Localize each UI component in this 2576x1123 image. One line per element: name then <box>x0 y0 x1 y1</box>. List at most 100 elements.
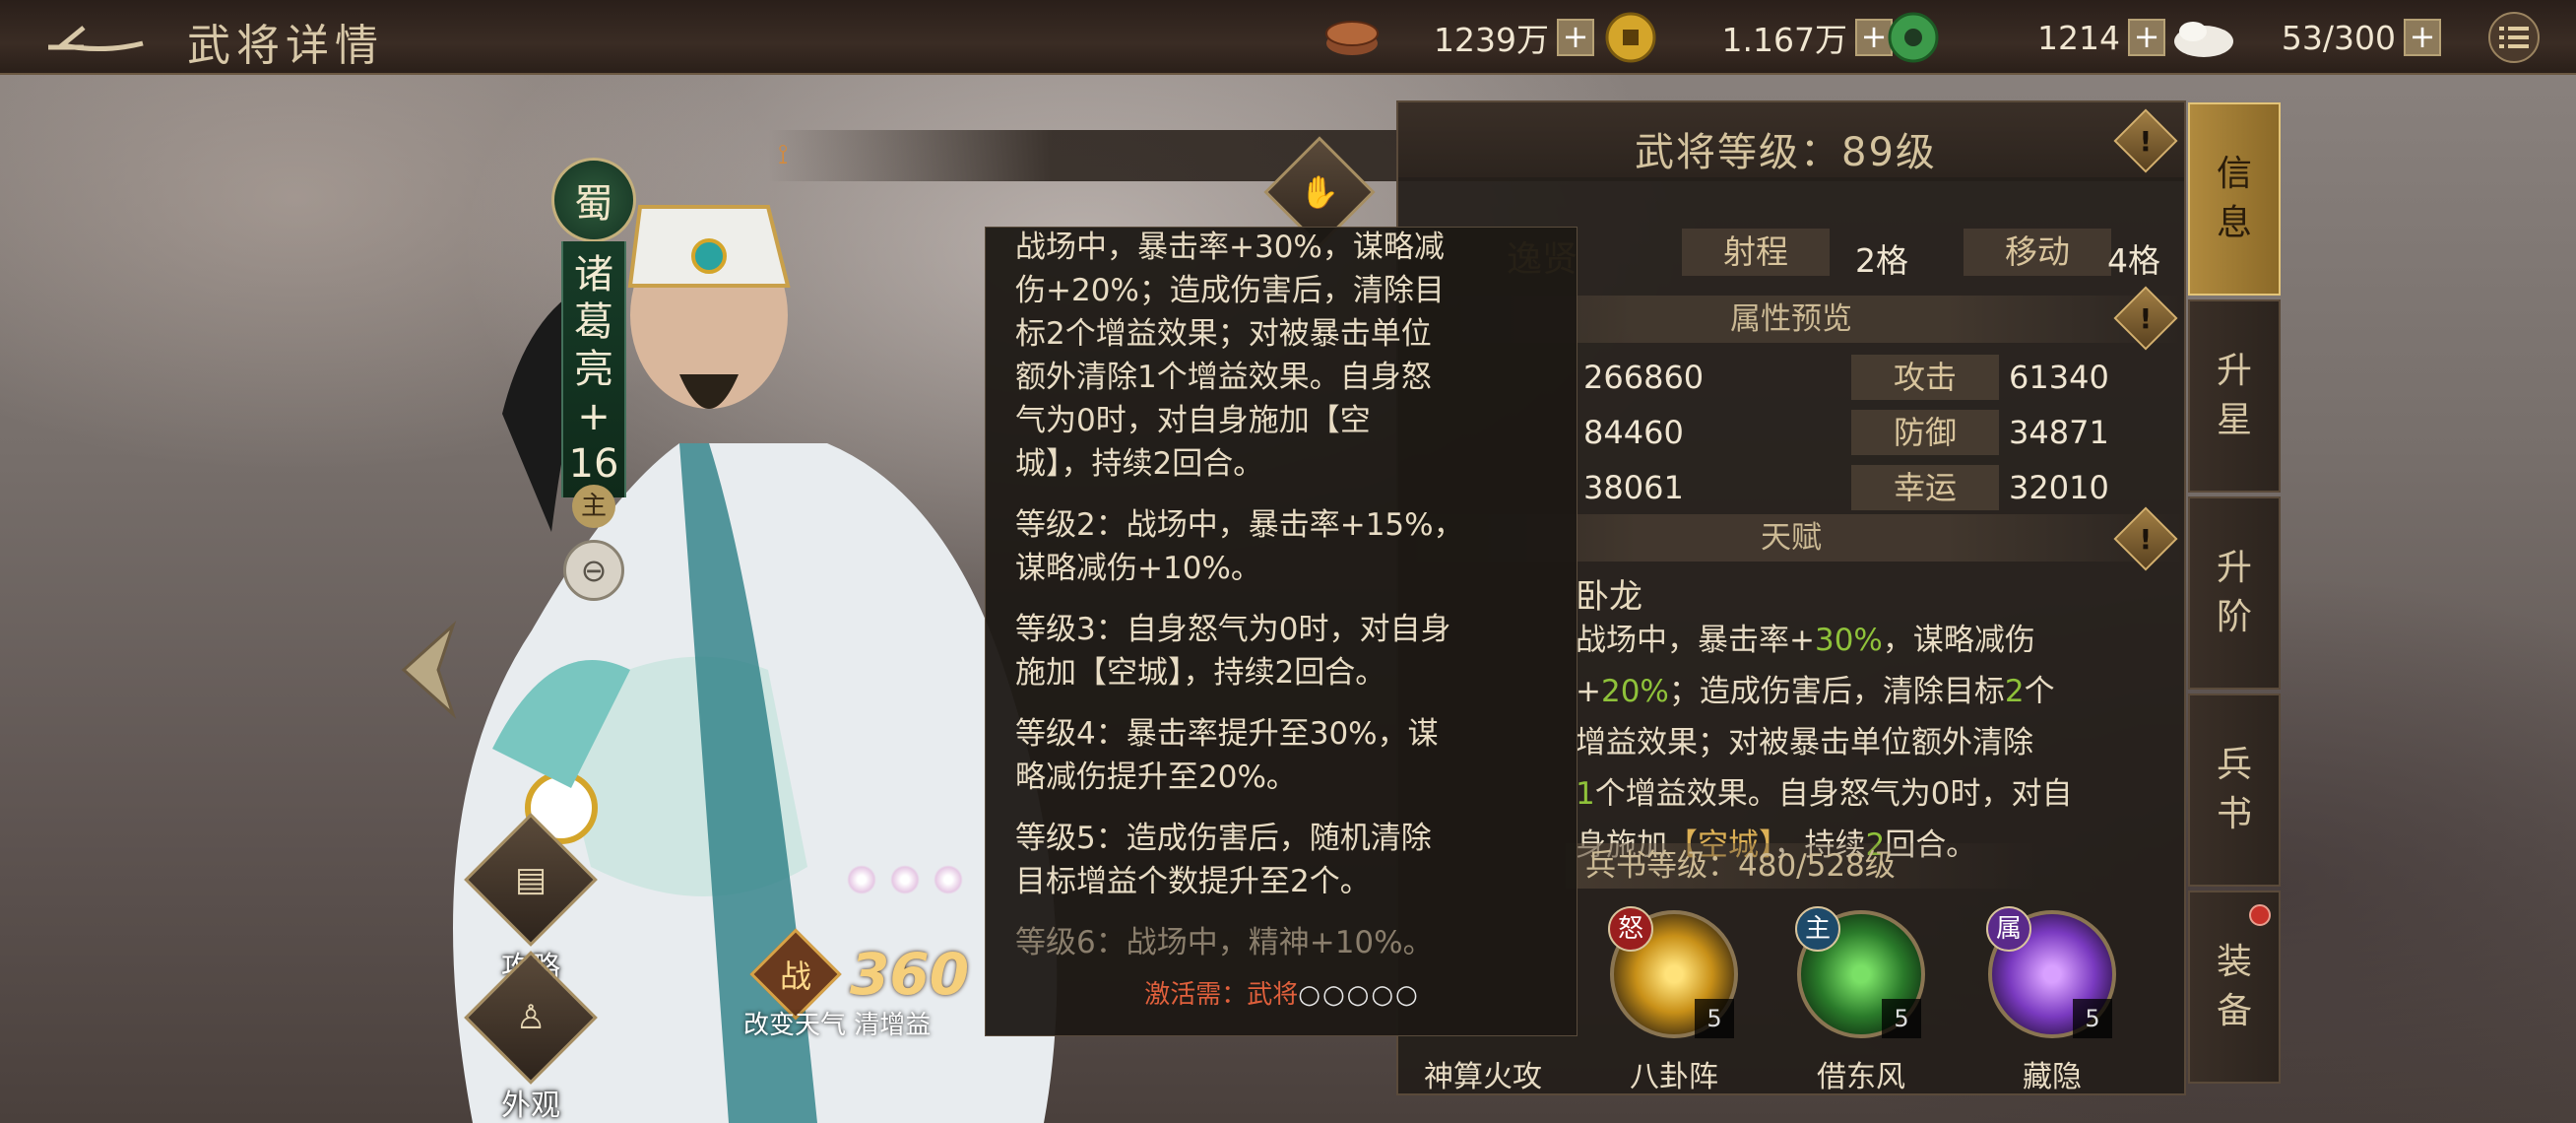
page-title: 武将详情 <box>187 21 384 71</box>
appearance-button[interactable]: ♙ 外观 <box>464 951 598 1123</box>
skill-name: 八卦阵 <box>1630 1060 1718 1094</box>
skill-slot[interactable]: 怒 5 八卦阵 <box>1595 906 1753 1095</box>
robe-icon: ♙ <box>464 951 598 1085</box>
tooltip-line: 目标增益个数提升至2个。 <box>1015 864 1371 899</box>
stat-value: 84460 <box>1583 414 1684 451</box>
tooltip-line: 战场中，暴击率+30%，谋略减 <box>1015 230 1445 265</box>
move-label: 移动 <box>1964 229 2111 276</box>
resource-jade: 1214 + <box>1886 12 2165 63</box>
star-marks-icon: ○○○○○ <box>1298 980 1420 1010</box>
add-stamina-button[interactable]: + <box>2404 19 2441 56</box>
stat-value: 38061 <box>1583 469 1684 506</box>
skill-name: 藏隐 <box>2023 1060 2082 1094</box>
tooltip-line: 施加【空城】，持续2回合。 <box>1015 655 1386 691</box>
scroll-icon: ▤ <box>464 813 598 947</box>
fate-dots <box>847 865 995 898</box>
power-description: 改变天气 清增益 <box>743 1011 932 1040</box>
jade-value: 1214 <box>2037 18 2120 57</box>
power-value: 360 <box>850 941 970 1008</box>
gold-value: 1.167万 <box>1721 21 1847 59</box>
stamina-value: 53/300 <box>2281 18 2396 57</box>
hero-name-char: 诸 <box>574 252 613 297</box>
talent-name: 卧龙 <box>1576 577 1642 617</box>
hero-star-level: 16 <box>568 441 619 487</box>
resource-gold: 1.167万 + <box>1603 12 1893 63</box>
attack-value: 61340 <box>2009 359 2109 396</box>
tooltip-line: 城】，持续2回合。 <box>1015 446 1264 482</box>
rage-tag: 怒 <box>1608 906 1653 952</box>
lord-badge: 主 <box>572 485 615 528</box>
back-arrow-icon <box>48 26 144 52</box>
skill-name: 借东风 <box>1817 1060 1905 1094</box>
tooltip-line: 等级2：战场中，暴击率+15%， <box>1015 507 1464 543</box>
talent-description: 战场中，暴击率+30%，谋略减伤 +20%；造成伤害后，清除目标2个 增益效果；… <box>1576 623 2073 863</box>
skill-level: 5 <box>1695 999 1734 1038</box>
notification-dot-icon <box>2249 904 2271 926</box>
copper-value: 1239万 <box>1434 21 1549 59</box>
add-copper-button[interactable]: + <box>1557 19 1594 56</box>
jade-icon <box>1888 12 1939 63</box>
luck-value: 32010 <box>2009 469 2109 506</box>
book-level: 兵书等级：480/528级 <box>1566 843 2038 889</box>
skill-level: 5 <box>1882 999 1921 1038</box>
tab-war-book[interactable]: 兵书 <box>2188 694 2281 887</box>
tab-info[interactable]: 信息 <box>2188 102 2281 296</box>
luck-label: 幸运 <box>1851 465 1999 510</box>
defense-value: 34871 <box>2009 414 2109 451</box>
tooltip-line: 伤+20%；造成伤害后，清除目 <box>1015 273 1445 308</box>
level-info-button[interactable]: ! <box>2113 108 2178 173</box>
activation-requirement: 激活需：武将○○○○○ <box>1144 980 1420 1010</box>
defense-label: 防御 <box>1851 410 1999 455</box>
appearance-label: 外观 <box>501 1089 560 1123</box>
tab-rank-up[interactable]: 升阶 <box>2188 496 2281 690</box>
talent-tooltip: 战场中，暴击率+30%，谋略减 伤+20%；造成伤害后，清除目 标2个增益效果；… <box>985 227 1578 1036</box>
add-jade-button[interactable]: + <box>2128 19 2165 56</box>
game-screen: 武将详情 1239万 + 1.167万 + 1214 + 53/300 + ⟟ … <box>0 0 2576 1123</box>
east-wind-skill-icon: 主 5 <box>1795 906 1925 1038</box>
detail-tabs: 信息 升星 升阶 兵书 装备 <box>2188 102 2283 1088</box>
bagua-array-skill-icon: 怒 5 <box>1608 906 1738 1038</box>
range-value: 2格 <box>1855 241 1908 280</box>
list-menu-icon <box>2499 27 2529 48</box>
tooltip-line: 谋略减伤+10%。 <box>1015 551 1261 586</box>
move-value: 4格 <box>2107 241 2160 280</box>
skill-slot[interactable]: 属 5 藏隐 <box>1973 906 2131 1095</box>
nation-badge: 蜀 <box>551 158 636 242</box>
previous-hero-arrow-icon[interactable] <box>394 621 463 719</box>
top-bar: 武将详情 1239万 + 1.167万 + 1214 + 53/300 + <box>0 0 2576 75</box>
tooltip-line: 标2个增益效果；对被暴击单位 <box>1015 316 1432 352</box>
copper-coins-icon <box>1325 21 1379 55</box>
hero-name-char: 亮 <box>574 347 613 392</box>
hero-level: 武将等级：89级 <box>1635 130 1937 175</box>
resource-copper: 1239万 + <box>1324 14 1594 61</box>
skill-slot[interactable]: 主 5 借东风 <box>1782 906 1940 1095</box>
range-label: 射程 <box>1682 229 1830 276</box>
tooltip-line: 等级5：造成伤害后，随机清除 <box>1015 821 1432 856</box>
skill-level: 5 <box>2073 999 2112 1038</box>
main-tag: 主 <box>1795 906 1840 952</box>
tooltip-line: 等级6：战场中，精神+10%。 <box>1015 925 1434 960</box>
panel-header: 武将等级：89级 ! <box>1398 102 2184 177</box>
tab-star-up[interactable]: 升星 <box>2188 299 2281 493</box>
stamina-icon <box>2174 22 2233 57</box>
tooltip-line: 略减伤提升至20%。 <box>1015 760 1297 795</box>
attack-label: 攻击 <box>1851 355 1999 400</box>
tooltip-line: 额外清除1个增益效果。自身怒 <box>1015 360 1432 395</box>
resource-stamina: 53/300 + <box>2171 14 2441 61</box>
rank-ring-icon[interactable]: ⊖ <box>563 540 624 601</box>
menu-button[interactable] <box>2488 12 2540 63</box>
tooltip-line: 气为0时，对自身施加【空 <box>1015 403 1371 438</box>
tooltip-line: 等级4：暴击率提升至30%，谋 <box>1015 716 1439 752</box>
hp-value: 266860 <box>1583 359 1705 396</box>
hero-plus: + <box>577 394 611 439</box>
tab-equipment[interactable]: 装备 <box>2188 891 2281 1084</box>
combat-power: 战 360 <box>749 928 970 1021</box>
gold-coin-icon <box>1605 12 1656 63</box>
attribute-tag: 属 <box>1986 906 2031 952</box>
hero-name-char: 葛 <box>574 299 613 345</box>
tooltip-line: 等级3：自身怒气为0时，对自身 <box>1015 612 1451 647</box>
skill-name: 神算火攻 <box>1424 1060 1542 1094</box>
hidden-book-skill-icon: 属 5 <box>1986 906 2116 1038</box>
hero-name-banner: 诸 葛 亮 + 16 <box>561 241 626 497</box>
back-button[interactable] <box>39 14 158 61</box>
